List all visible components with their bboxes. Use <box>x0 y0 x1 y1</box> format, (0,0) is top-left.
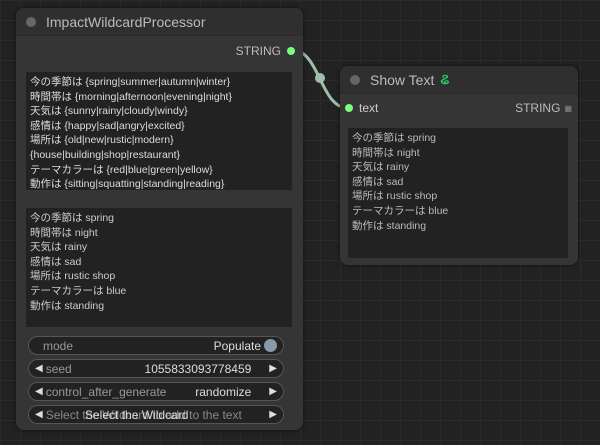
mode-value: Populate <box>213 338 261 353</box>
text-line: 時間帯は night <box>352 146 420 159</box>
output-string[interactable]: STRING <box>236 44 295 58</box>
text-line: 場所は rustic shop <box>352 190 438 203</box>
decrement-arrow-icon[interactable]: ◀ <box>35 363 43 374</box>
wildcard-template-textarea[interactable]: 今の季節は {spring|summer|autumn|winter} 時間帯は … <box>26 72 292 190</box>
text-line: 天気は {sunny|rainy|cloudy|windy} <box>30 105 188 118</box>
output-socket-icon[interactable] <box>287 47 295 55</box>
next-arrow-icon[interactable]: ▶ <box>269 409 277 420</box>
seed-widget[interactable]: ◀ seed 1055833093778459 ▶ <box>28 359 284 378</box>
text-line: 感情は sad <box>352 175 404 188</box>
toggle-knob-icon <box>264 339 277 352</box>
mode-toggle[interactable]: mode Populate <box>28 336 284 355</box>
input-socket-icon[interactable] <box>345 104 353 112</box>
increment-arrow-icon[interactable]: ▶ <box>269 363 277 374</box>
select-wildcard-combo[interactable]: ◀ Select the Wildcard to add to the text S… <box>28 405 284 424</box>
text-line: 天気は rainy <box>30 241 88 254</box>
output-string[interactable]: STRING ▦ <box>515 101 572 115</box>
text-line: 今の季節は spring <box>30 212 115 224</box>
text-line: 場所は rustic shop <box>30 270 116 283</box>
node-title-bar[interactable]: ImpactWildcardProcessor <box>16 8 303 36</box>
show-text-node[interactable]: Show Text ଌ text STRING ▦ 今の季節は spring 時間帯は… <box>340 66 578 265</box>
collapse-dot-icon[interactable] <box>350 74 360 85</box>
text-line: 今の季節は {spring|summer|autumn|winter} <box>30 76 231 88</box>
output-label: STRING <box>515 101 561 115</box>
text-line: 時間帯は {morning|afternoon|evening|night} <box>30 90 232 103</box>
text-line: テーマカラーは blue <box>30 284 127 297</box>
text-line: テーマカラーは blue <box>352 204 449 217</box>
text-line: 今の季節は spring <box>352 132 437 144</box>
text-line: 動作は standing <box>352 219 427 232</box>
node-title: ImpactWildcardProcessor <box>46 13 206 30</box>
text-line: 時間帯は night <box>30 226 98 239</box>
control-after-generate-widget[interactable]: ◀ control_after_generate randomize ▶ <box>28 382 284 401</box>
mode-label: mode <box>43 338 74 353</box>
node-title: Show Text <box>370 71 435 88</box>
text-line: 感情は {happy|sad|angry|excited} <box>30 119 185 132</box>
impact-wildcard-processor-node[interactable]: ImpactWildcardProcessor STRING 今の季節は {sp… <box>16 8 303 430</box>
prev-arrow-icon[interactable]: ◀ <box>35 386 43 397</box>
prev-arrow-icon[interactable]: ◀ <box>35 409 43 420</box>
populated-text-textarea[interactable]: 今の季節は spring 時間帯は night 天気は rainy 感情は sad 場所… <box>26 208 292 327</box>
wildcard-value: Select the Wildcard <box>85 407 189 422</box>
text-line: 動作は {sitting|squatting|standing|reading} <box>30 178 225 190</box>
text-line: 動作は standing <box>30 299 105 312</box>
control-value: randomize <box>195 384 252 399</box>
collapse-dot-icon[interactable] <box>26 16 36 27</box>
next-arrow-icon[interactable]: ▶ <box>269 386 277 397</box>
input-label: text <box>359 101 379 115</box>
seed-label: seed <box>45 361 72 376</box>
seed-value: 1055833093778459 <box>144 361 252 376</box>
text-line: 感情は sad <box>30 255 82 268</box>
control-label: control_after_generate <box>45 384 167 399</box>
text-line: 天気は rainy <box>352 161 410 174</box>
link-midpoint <box>315 73 325 83</box>
output-label: STRING <box>235 44 281 58</box>
text-input[interactable]: text <box>345 101 378 115</box>
pysssss-badge-icon: ଌ <box>440 71 450 88</box>
node-title-bar[interactable]: Show Text ଌ <box>340 66 578 94</box>
grid-socket-icon[interactable]: ▦ <box>564 104 572 113</box>
text-line: 場所は {old|new|rustic|modern} <box>30 134 174 147</box>
text-line: テーマカラーは {red|blue|green|yellow} <box>30 163 213 176</box>
show-text-textarea[interactable]: 今の季節は spring 時間帯は night 天気は rainy 感情は sad 場所… <box>348 128 568 258</box>
text-line: {house|building|shop|restaurant} <box>30 148 181 161</box>
